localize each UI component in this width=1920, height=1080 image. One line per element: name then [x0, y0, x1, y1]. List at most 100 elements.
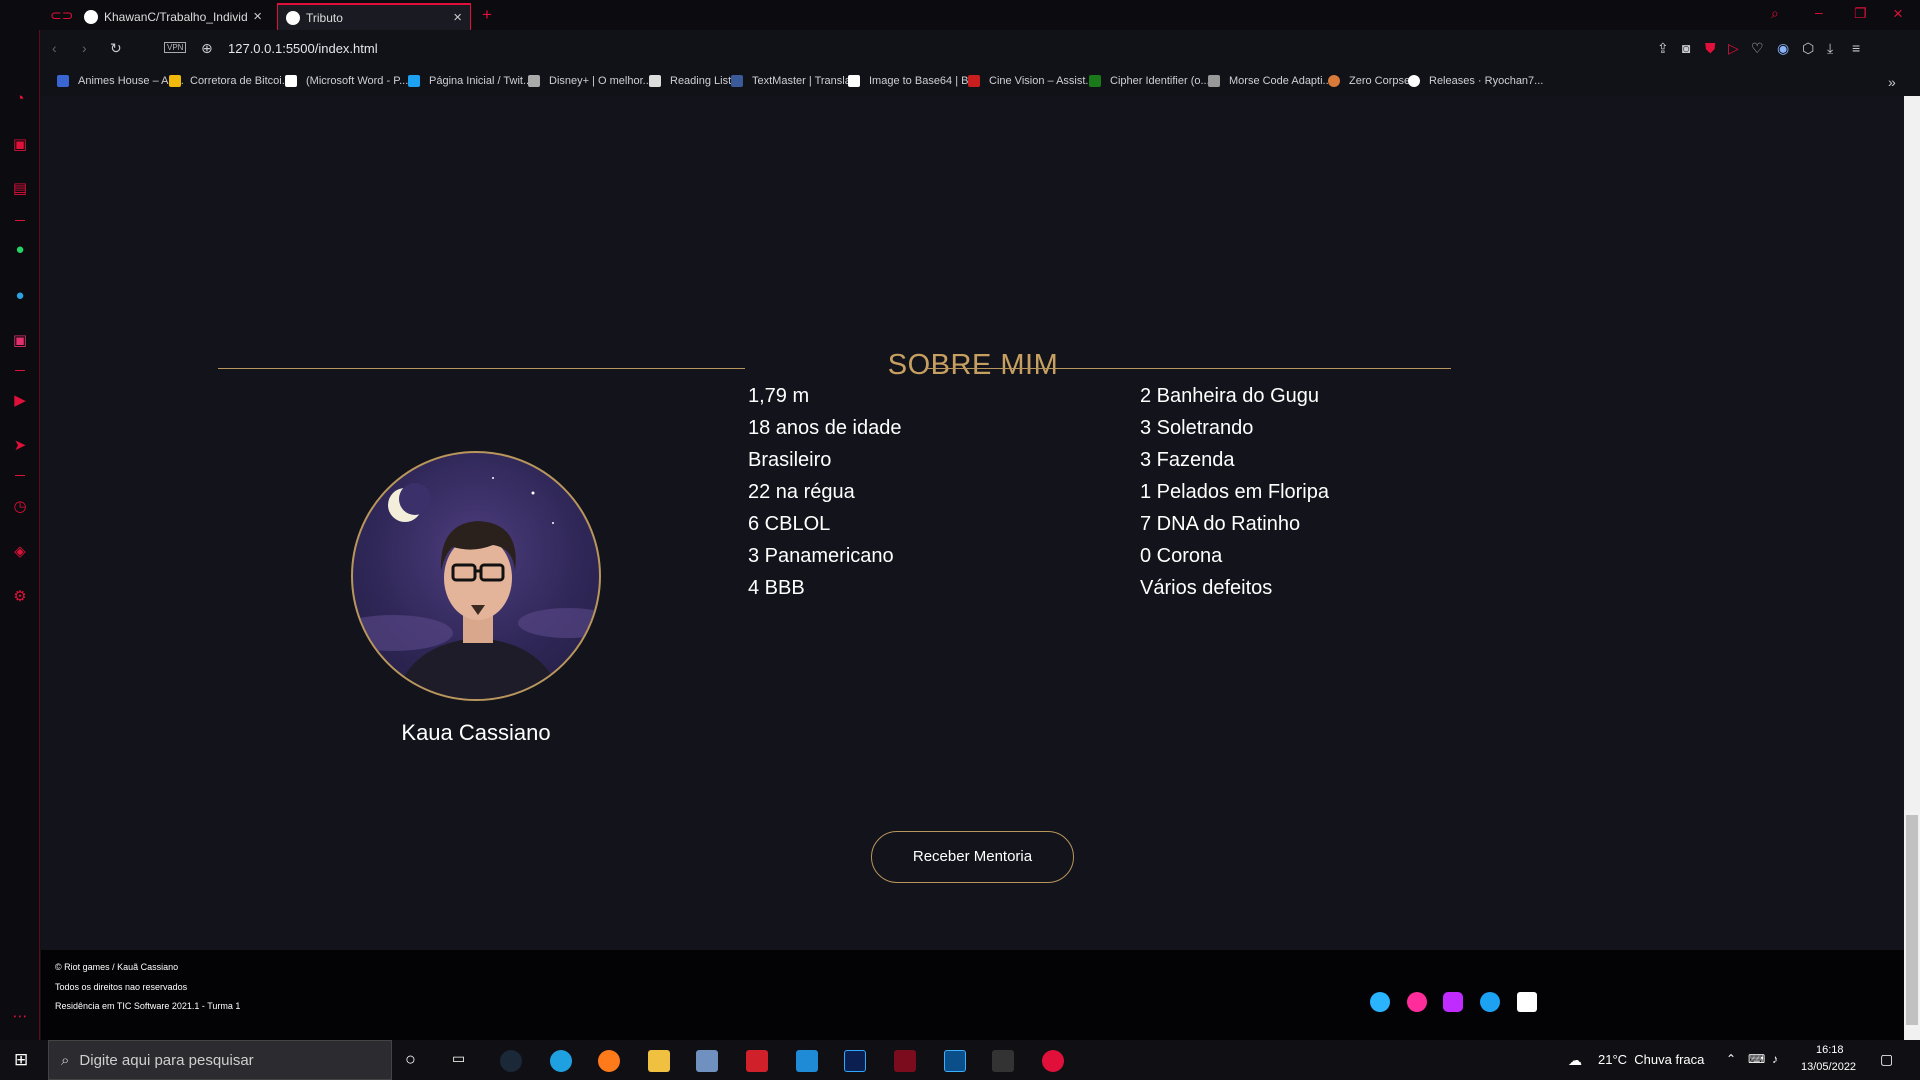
bookmark-item[interactable]: TextMaster | Transla... [731, 75, 860, 87]
avatar-illustration [353, 477, 599, 699]
speed-dial-icon[interactable]: ◔ [11, 90, 29, 108]
vpn-badge[interactable]: VPN [164, 42, 187, 53]
bookmark-item[interactable]: Morse Code Adapti... [1208, 75, 1332, 87]
instagram-icon[interactable]: ▣ [11, 332, 29, 350]
search-tabs-icon[interactable]: ⌕ [1771, 5, 1779, 22]
bookmark-item[interactable]: Animes House – An... [57, 75, 184, 87]
photoshop-icon[interactable] [844, 1050, 866, 1072]
flow-send-icon[interactable]: ▷ [1728, 40, 1739, 57]
restore-icon[interactable]: ❐ [1854, 5, 1867, 22]
twitch-icon[interactable]: ▤ [11, 180, 29, 198]
terminal-icon[interactable] [992, 1050, 1014, 1072]
close-tab-icon[interactable]: × [253, 8, 262, 25]
linkedin-icon[interactable] [1517, 992, 1537, 1012]
file-explorer-icon[interactable] [648, 1050, 670, 1072]
notifications-icon[interactable]: ▢ [1880, 1051, 1893, 1068]
telegram-icon[interactable]: ● [11, 287, 29, 305]
cube-icon[interactable]: ⬡ [1802, 40, 1814, 57]
tray-chevron-icon[interactable]: ⌃ [1726, 1052, 1736, 1066]
bookmark-item[interactable]: Corretora de Bitcoi... [169, 75, 291, 87]
fact-right-item: Vários defeitos [1140, 577, 1273, 599]
extension-icon[interactable]: ◉ [1777, 40, 1789, 57]
fact-left-item: 18 anos de idade [748, 417, 902, 439]
bookmark-item[interactable]: Disney+ | O melhor... [528, 75, 652, 87]
scrollbar-thumb[interactable] [1906, 815, 1918, 1025]
url-field[interactable]: 127.0.0.1:5500/index.html [228, 41, 378, 56]
valorant-icon[interactable] [894, 1050, 916, 1072]
adblock-icon[interactable]: ⛊ [1705, 40, 1716, 57]
footer-rights: Todos os direitos nao reservados [55, 982, 188, 992]
volume-icon[interactable]: ♪ [1772, 1052, 1778, 1066]
close-tab-icon[interactable]: × [453, 9, 462, 26]
clock-date[interactable]: 13/05/2022 [1801, 1061, 1856, 1073]
flow-icon[interactable]: ➤ [11, 437, 29, 455]
github-icon[interactable] [1370, 992, 1390, 1012]
more-icon[interactable]: ⋯ [11, 1008, 29, 1026]
clock-time[interactable]: 16:18 [1816, 1044, 1844, 1056]
reload-icon[interactable]: ↻ [110, 40, 122, 57]
bookmark-label: Releases · Ryochan7... [1429, 75, 1544, 87]
network-icon[interactable]: ⌨ [1748, 1052, 1765, 1066]
bookmark-item[interactable]: Página Inicial / Twit... [408, 75, 532, 87]
tab-github[interactable]: KhawanC/Trabalho_Individ × [76, 3, 270, 30]
page-footer: © Riot games / Kauã Cassiano Todos os di… [41, 950, 1904, 1040]
bookmark-label: Zero Corpse [1349, 75, 1411, 87]
vscode-icon[interactable] [796, 1050, 818, 1072]
fact-left-item: 22 na régua [748, 481, 855, 503]
bookmark-label: Página Inicial / Twit... [429, 75, 533, 87]
twitter-icon[interactable] [1480, 992, 1500, 1012]
tab-tributo[interactable]: Tributo × [277, 3, 471, 30]
edge-icon[interactable] [550, 1050, 572, 1072]
player-icon[interactable]: ▶ [11, 392, 29, 410]
minimize-icon[interactable]: – [1815, 4, 1823, 20]
opera-gx-icon[interactable] [1042, 1050, 1064, 1072]
fact-right-item: 2 Banheira do Gugu [1140, 385, 1320, 407]
download-icon[interactable]: ⤓ [1827, 40, 1833, 57]
virtualbox-icon[interactable] [944, 1050, 966, 1072]
fact-left-item: Brasileiro [748, 449, 832, 471]
settings-icon[interactable]: ⚙ [11, 588, 29, 606]
share-icon[interactable]: ⇪ [1657, 40, 1669, 57]
forward-icon[interactable]: › [82, 40, 87, 56]
facebook-icon[interactable] [1407, 992, 1427, 1012]
bookmark-label: (Microsoft Word - P... [306, 75, 409, 87]
bookmark-item[interactable]: Releases · Ryochan7... [1408, 75, 1543, 87]
cortana-icon[interactable]: ○ [405, 1049, 416, 1070]
bookmark-item[interactable]: Cipher Identifier (o... [1089, 75, 1210, 87]
weather-text[interactable]: 21°C Chuva fraca [1598, 1052, 1704, 1067]
easy-setup-icon[interactable]: ≡ [1852, 40, 1860, 56]
heart-icon[interactable]: ♡ [1751, 40, 1764, 57]
bookmark-item[interactable]: Reading List [649, 75, 731, 87]
mendeley-icon[interactable] [746, 1050, 768, 1072]
close-window-icon[interactable]: × [1893, 4, 1903, 24]
globe-icon: ⊕ [201, 40, 213, 56]
bookmark-item[interactable]: Zero Corpse [1328, 75, 1410, 87]
snapshot-icon[interactable]: ◙ [1682, 40, 1690, 56]
extensions-icon[interactable]: ◈ [11, 543, 29, 561]
receive-mentoring-button[interactable]: Receber Mentoria [871, 831, 1074, 883]
bookmark-label: TextMaster | Transla... [752, 75, 861, 87]
whatsapp-icon[interactable]: ● [11, 241, 29, 259]
taskbar-search-box[interactable]: ⌕ Digite aqui para pesquisar [48, 1040, 392, 1080]
tab-title: KhawanC/Trabalho_Individ [104, 9, 248, 24]
bookmark-item[interactable]: Cine Vision – Assist... [968, 75, 1095, 87]
title-divider-right [925, 368, 1451, 369]
fact-left-item: 6 CBLOL [748, 513, 831, 535]
shopping-icon[interactable]: ▣ [11, 136, 29, 154]
weather-icon[interactable]: ☁ [1568, 1052, 1582, 1069]
app-icon[interactable] [696, 1050, 718, 1072]
history-icon[interactable]: ◷ [11, 498, 29, 516]
back-icon[interactable]: ‹ [52, 40, 57, 56]
bookmark-label: Reading List [670, 75, 732, 87]
new-tab-icon[interactable]: + [482, 5, 492, 25]
bookmark-favicon-icon [1408, 75, 1420, 87]
steam-icon[interactable] [500, 1050, 522, 1072]
bookmark-item[interactable]: Image to Base64 | B... [848, 75, 978, 87]
gamepad-icon[interactable]: ⊂⊃ [50, 7, 73, 24]
task-view-icon[interactable]: ▭ [452, 1050, 465, 1067]
firefox-icon[interactable] [598, 1050, 620, 1072]
bookmark-item[interactable]: (Microsoft Word - P... [285, 75, 408, 87]
youtube-icon[interactable] [1443, 992, 1463, 1012]
windows-start-icon[interactable]: ⊞ [14, 1050, 28, 1070]
bookmarks-overflow-icon[interactable]: » [1888, 74, 1896, 90]
